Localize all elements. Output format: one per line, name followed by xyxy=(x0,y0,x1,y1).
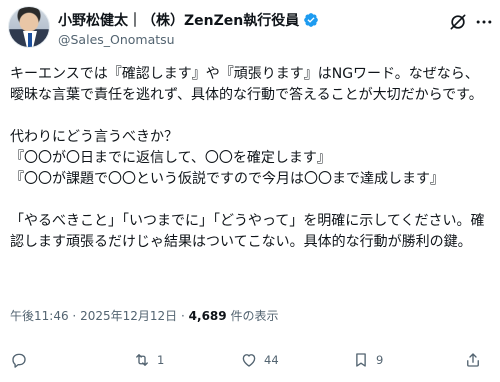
post-meta: 午後11:46 · 2025年12月12日 · 4,689 件の表示 xyxy=(10,307,278,324)
post-time[interactable]: 午後11:46 xyxy=(10,309,69,323)
views-label: 件の表示 xyxy=(230,309,279,323)
retweet-icon xyxy=(136,354,148,366)
avatar[interactable] xyxy=(8,6,50,48)
reply-icon xyxy=(12,353,26,368)
like-count: 44 xyxy=(264,353,279,367)
action-bar: 1 44 9 xyxy=(0,345,500,375)
meta-separator: · xyxy=(181,309,185,323)
like-button[interactable]: 44 xyxy=(240,345,279,375)
post-body: キーエンスでは『確認します』や『頑張ります』はNGワード。なぜなら、曖昧な言葉で… xyxy=(10,64,492,274)
reply-button[interactable] xyxy=(10,345,34,375)
share-button[interactable] xyxy=(464,345,482,375)
post-date[interactable]: 2025年12月12日 xyxy=(80,309,177,323)
user-handle[interactable]: @Sales_Onomatsu xyxy=(58,32,175,47)
grok-icon[interactable] xyxy=(448,12,468,32)
bookmark-button[interactable]: 9 xyxy=(352,345,383,375)
retweet-button[interactable]: 1 xyxy=(133,345,164,375)
meta-separator: · xyxy=(72,309,77,323)
post-paragraph: 「やるべきこと」「いつまでに」「どうやって」を明確に示してください。確認します頑… xyxy=(10,213,485,250)
avatar-tie xyxy=(28,33,32,47)
more-icon[interactable] xyxy=(474,12,494,32)
post-paragraph: キーエンスでは『確認します』や『頑張ります』はNGワード。なぜなら、曖昧な言葉で… xyxy=(10,66,483,103)
verified-badge-icon xyxy=(304,13,319,27)
views-count: 4,689 xyxy=(188,309,227,323)
name-row: 小野松健太｜（株）ZenZen執行役員 xyxy=(58,10,319,30)
bookmark-count: 9 xyxy=(376,353,384,367)
display-name[interactable]: 小野松健太｜（株）ZenZen執行役員 xyxy=(58,10,299,30)
post-header: 小野松健太｜（株）ZenZen執行役員 @Sales_Onomatsu xyxy=(0,0,500,56)
post-paragraph: 代わりにどう言うべきか？ 『〇〇が〇日までに返信して、〇〇を確定します』 『〇〇… xyxy=(10,129,444,187)
share-icon xyxy=(467,353,479,367)
like-icon xyxy=(242,354,256,367)
retweet-count: 1 xyxy=(157,353,165,367)
bookmark-icon xyxy=(356,353,366,367)
